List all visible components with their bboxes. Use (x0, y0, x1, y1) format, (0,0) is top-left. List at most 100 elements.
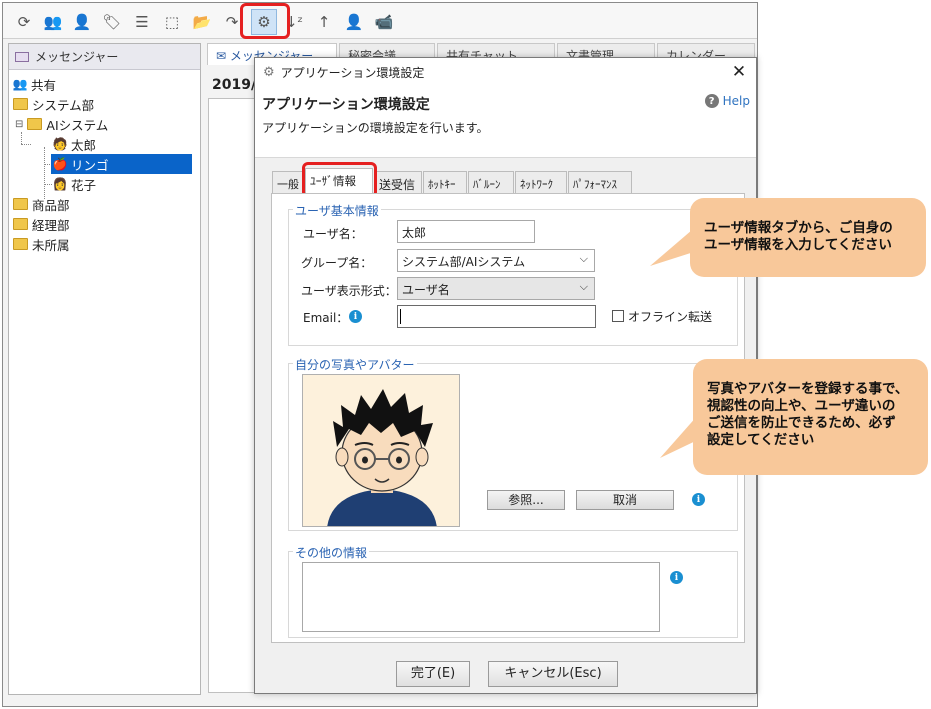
tab-label: ﾊﾞﾙｰﾝ (473, 178, 501, 191)
email-label: Email： (303, 311, 349, 325)
dialog-description: アプリケーションの環境設定を行います。 (262, 121, 489, 135)
message-area (208, 98, 256, 693)
tree-node-label: 未所属 (32, 237, 70, 253)
tab-general[interactable]: 一般 (272, 171, 304, 194)
video-icon[interactable]: 📹 (371, 9, 397, 35)
tab-label: ﾊﾟﾌｫｰﾏﾝｽ (573, 178, 617, 191)
tree-connector (44, 184, 52, 185)
toolbar: ⟳ 👥 👤 🏷 ☰ ⬚ 📂 ↷ ⚙ ↓ᶻ ↑ 👤 📹 (3, 3, 757, 39)
person-male-icon: 🧑 (52, 137, 68, 151)
tab-performance[interactable]: ﾊﾟﾌｫｰﾏﾝｽ (568, 171, 632, 194)
folder-icon (13, 198, 28, 210)
help-link[interactable]: ? Help (704, 94, 750, 108)
refresh-icon[interactable]: ⟳ (11, 9, 37, 35)
ok-button[interactable]: 完了(E) (396, 661, 470, 687)
tree-node-unassigned[interactable]: 未所属 (13, 234, 70, 254)
other-info-textarea[interactable] (302, 562, 660, 632)
mail-icon (15, 51, 29, 62)
user-block-icon[interactable]: 👤 (341, 9, 367, 35)
mail-icon: ✉ (216, 49, 230, 63)
tab-callout: ユーザ情報タブから、ご自身の ユーザ情報を入力してください (690, 198, 926, 277)
info-icon[interactable]: i (692, 493, 705, 506)
folder-icon (13, 98, 28, 110)
chevron-down-icon: ⌵ (579, 252, 588, 265)
help-icon: ? (704, 94, 719, 108)
sort-up-icon[interactable]: ↑ (311, 9, 337, 35)
username-input[interactable]: 太郎 (397, 220, 535, 243)
tree-node-system-dept[interactable]: システム部 (13, 94, 94, 114)
tab-network[interactable]: ﾈｯﾄﾜｰｸ (515, 171, 567, 194)
tree-header-label: メッセンジャー (35, 50, 119, 64)
photo-title: 自分の写真やアバター (293, 356, 417, 373)
offline-transfer-checkbox[interactable] (612, 310, 624, 322)
email-input[interactable] (397, 305, 596, 328)
group-label: グループ名： (301, 256, 373, 270)
tree-node-label: 共有 (31, 77, 57, 93)
avatar-image (302, 374, 460, 527)
info-icon[interactable]: i (670, 571, 683, 584)
tree-node-ringo[interactable]: 🍎 リンゴ (51, 154, 192, 174)
tree-node-taro[interactable]: 🧑 太郎 (53, 134, 96, 154)
users-icon[interactable]: 👥 (40, 9, 66, 35)
folder-icon (27, 118, 43, 130)
tree-node-label: システム部 (32, 97, 95, 113)
settings-highlight-box (240, 3, 290, 39)
select-icon[interactable]: ⬚ (159, 9, 185, 35)
clear-photo-button[interactable]: 取消 (576, 490, 674, 510)
tag-icon[interactable]: 🏷 (99, 9, 125, 35)
other-info-title: その他の情報 (293, 544, 370, 561)
tab-label: 送受信 (379, 178, 416, 192)
browse-button[interactable]: 参照... (487, 490, 565, 510)
settings-icon: ⚙ (263, 64, 275, 80)
tree-connector (44, 147, 45, 199)
display-format-select[interactable]: ユーザ名 ⌵ (397, 277, 595, 300)
photo-callout: 写真やアバターを登録する事で、 視認性の向上や、ユーザ違いの ご送信を防止できる… (693, 359, 928, 475)
tab-balloon[interactable]: ﾊﾞﾙｰﾝ (468, 171, 514, 194)
tree-node-label: 花子 (71, 177, 97, 193)
person-female-icon: 👩 (52, 177, 68, 191)
dialog-header: アプリケーション環境設定 アプリケーションの環境設定を行います。 ? Help (255, 86, 756, 158)
username-label: ユーザ名： (303, 227, 363, 241)
tree-node-label: 太郎 (71, 137, 97, 153)
tab-label: ﾈｯﾄﾜｰｸ (520, 178, 553, 191)
group-icon: 👥 (12, 77, 28, 91)
tab-hotkey[interactable]: ﾎｯﾄｷｰ (423, 171, 467, 194)
tab-send-receive[interactable]: 送受信 (374, 171, 422, 194)
group-select[interactable]: システム部/AIシステム ⌵ (397, 249, 595, 272)
tree-node-hanako[interactable]: 👩 花子 (53, 174, 96, 194)
info-icon[interactable]: i (349, 310, 362, 323)
folder-open-icon[interactable]: 📂 (189, 9, 215, 35)
tab-label: 一般 (277, 178, 299, 191)
folder-icon (13, 218, 28, 230)
dialog-titlebar: ⚙ アプリケーション環境設定 ✕ (255, 58, 756, 86)
user-add-icon[interactable]: 👤 (69, 9, 95, 35)
tree-node-ai-system[interactable]: ⊟ AIシステム (15, 114, 108, 134)
messenger-app-window: ⟳ 👥 👤 🏷 ☰ ⬚ 📂 ↷ ⚙ ↓ᶻ ↑ 👤 📹 メッセンジャー 👥 共有 … (0, 0, 931, 709)
tree-connector (21, 144, 31, 145)
tree-node-shared[interactable]: 👥 共有 (13, 74, 56, 94)
avatar-illustration (303, 375, 459, 526)
tree-node-label: リンゴ (71, 157, 109, 173)
group-select-value: システム部/AIシステム (402, 255, 526, 269)
tree-node-label: 商品部 (32, 197, 70, 213)
display-format-value: ユーザ名 (402, 283, 450, 297)
tree-node-accounting-dept[interactable]: 経理部 (13, 214, 70, 234)
dialog-title: アプリケーション環境設定 (280, 65, 425, 80)
basic-info-title: ユーザ基本情報 (293, 202, 381, 219)
tree-node-label: 経理部 (32, 217, 70, 233)
tree-header: メッセンジャー (9, 44, 200, 70)
tree-node-label: AIシステム (46, 117, 109, 133)
tree-node-product-dept[interactable]: 商品部 (13, 194, 70, 214)
text-cursor (400, 309, 401, 324)
apple-icon: 🍎 (52, 157, 68, 171)
contact-tree-pane: メッセンジャー 👥 共有 システム部 ⊟ AIシステム 🧑 太郎 🍎 リンゴ 👩… (8, 43, 201, 695)
select-all-icon[interactable]: ☰ (129, 9, 155, 35)
chevron-down-icon: ⌵ (579, 280, 588, 293)
close-icon[interactable]: ✕ (728, 61, 750, 83)
collapse-icon[interactable]: ⊟ (15, 119, 23, 130)
help-label: Help (722, 94, 750, 108)
display-format-label: ユーザ表示形式： (301, 284, 397, 298)
dialog-heading: アプリケーション環境設定 (262, 97, 430, 113)
cancel-button[interactable]: キャンセル(Esc) (488, 661, 618, 687)
date-label: 2019/ (212, 77, 257, 93)
